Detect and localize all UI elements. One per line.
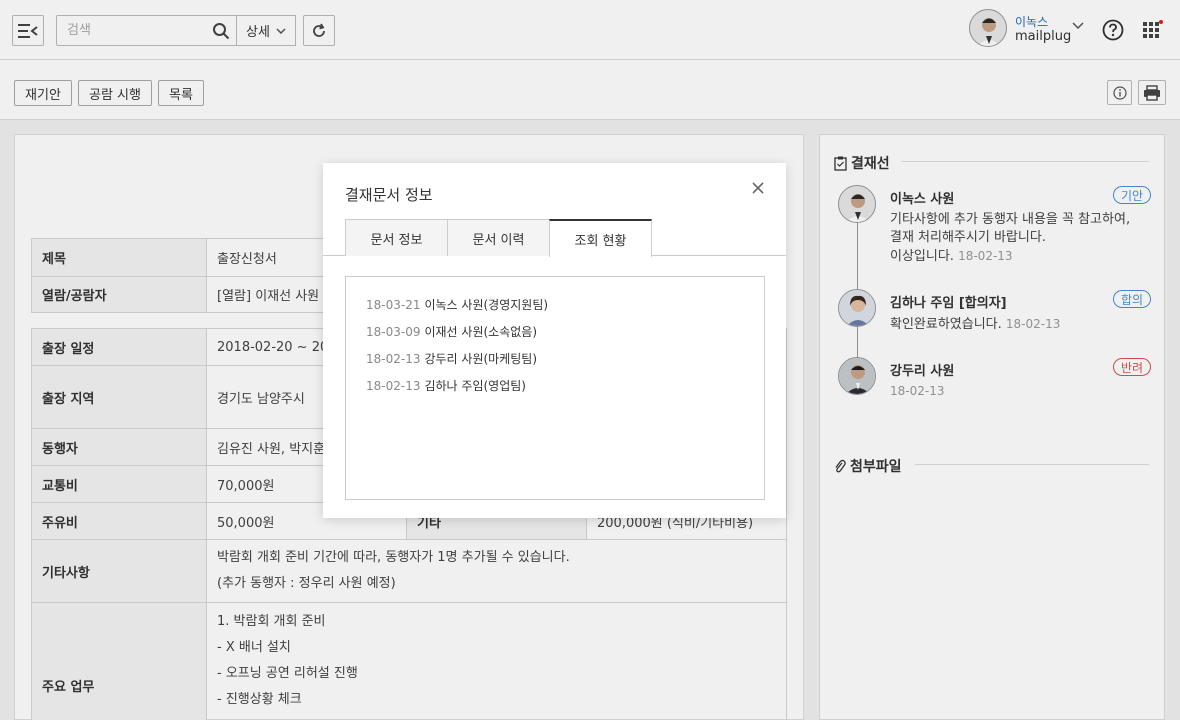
view-user: 김하나 주임(영업팀) [424,379,526,393]
list-item: 18-02-13 김하나 주임(영업팀) [366,377,526,394]
view-user: 이녹스 사원(경영지원팀) [424,298,549,312]
document-info-modal: 결재문서 정보 문서 정보 문서 이력 조회 현황 18-03-21 이녹스 사원… [323,163,786,518]
close-icon[interactable] [750,180,766,196]
view-user: 강두리 사원(마케팅팀) [424,352,538,366]
view-date: 18-02-13 [366,379,421,393]
modal-title: 결재문서 정보 [345,186,433,204]
view-date: 18-03-21 [366,298,421,312]
view-date: 18-02-13 [366,352,421,366]
modal-tabs: 문서 정보 문서 이력 조회 현황 [345,219,652,257]
list-item: 18-02-13 강두리 사원(마케팅팀) [366,350,537,367]
tab-view-status[interactable]: 조회 현황 [549,219,652,257]
view-user: 이재선 사원(소속없음) [424,325,538,339]
list-item: 18-03-09 이재선 사원(소속없음) [366,323,537,340]
list-item: 18-03-21 이녹스 사원(경영지원팀) [366,296,548,313]
tab-document-info[interactable]: 문서 정보 [345,219,448,256]
tab-document-history[interactable]: 문서 이력 [447,219,550,256]
view-date: 18-03-09 [366,325,421,339]
view-status-list: 18-03-21 이녹스 사원(경영지원팀) 18-03-09 이재선 사원(소속없… [345,276,765,500]
